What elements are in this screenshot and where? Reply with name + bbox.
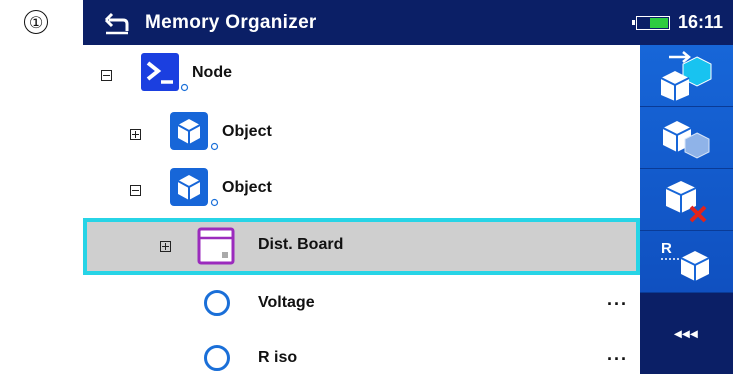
measurement-circle-icon	[204, 345, 230, 371]
object-cube-icon	[170, 168, 208, 206]
rename-letter: R	[661, 240, 672, 257]
status-dot-icon	[210, 198, 219, 207]
tree-label: Node	[192, 64, 232, 81]
collapse-toggle-icon[interactable]	[130, 185, 141, 196]
distribution-board-icon	[197, 227, 235, 265]
measurement-label: R iso	[258, 349, 298, 366]
page-title: Memory Organizer	[145, 11, 317, 33]
add-structure-button[interactable]	[640, 45, 733, 107]
delete-structure-button[interactable]	[640, 169, 733, 231]
add-structure-icon	[660, 50, 711, 101]
clock-time: 16:11	[677, 12, 723, 32]
title-bar: Memory Organizer 16:11	[83, 0, 733, 45]
memory-tree: Node Object Object Dist. Board Voltage .…	[83, 45, 640, 374]
tree-label: Object	[222, 179, 272, 196]
battery-icon	[631, 15, 670, 30]
step-number-badge: ①	[24, 10, 48, 34]
tree-row-dist-board[interactable]: Dist. Board	[83, 218, 640, 275]
expand-toggle-icon[interactable]	[160, 241, 171, 252]
status-dot-icon	[210, 142, 219, 151]
status-area: 16:11	[631, 0, 723, 45]
tree-row-node[interactable]: Node	[83, 45, 640, 102]
step-marker: ①	[6, 2, 66, 42]
back-arrow-icon[interactable]	[103, 9, 131, 37]
status-dot-icon	[180, 83, 189, 92]
tree-row-object[interactable]: Object	[83, 161, 640, 218]
tree-label: Dist. Board	[258, 236, 344, 253]
rename-structure-icon: R	[660, 240, 709, 281]
expand-toggle-icon[interactable]	[130, 129, 141, 140]
rename-structure-button[interactable]: R	[640, 231, 733, 293]
tree-row-measurement[interactable]: Voltage ...	[83, 275, 640, 332]
collapse-sidebar-icon: ◂◂◂	[674, 325, 699, 341]
action-sidebar: R ◂◂◂	[640, 45, 733, 374]
measurement-circle-icon	[204, 290, 230, 316]
tree-row-measurement[interactable]: R iso ...	[83, 331, 640, 388]
tree-label: Object	[222, 123, 272, 140]
measurement-label: Voltage	[258, 294, 315, 311]
delete-structure-icon	[665, 180, 706, 222]
clone-structure-button[interactable]	[640, 107, 733, 169]
more-options-button[interactable]: ...	[607, 289, 628, 310]
collapse-sidebar-button[interactable]: ◂◂◂	[640, 293, 733, 374]
collapse-toggle-icon[interactable]	[101, 70, 112, 81]
more-options-button[interactable]: ...	[607, 344, 628, 365]
terminal-node-icon	[141, 53, 179, 91]
object-cube-icon	[170, 112, 208, 150]
tree-row-object[interactable]: Object	[83, 105, 640, 162]
battery-level	[649, 17, 668, 28]
clone-structure-icon	[662, 120, 709, 159]
